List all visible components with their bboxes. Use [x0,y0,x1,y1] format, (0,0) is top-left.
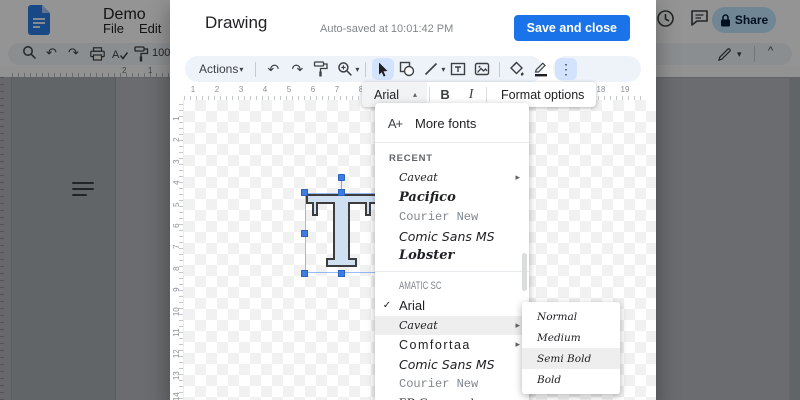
ruler-number: 3 [238,85,244,94]
italic-button[interactable]: I [458,87,484,103]
resize-handle-nw[interactable] [301,189,308,196]
font-menu-item[interactable]: EB Garamond [375,394,529,400]
resize-handle-sw[interactable] [301,270,308,277]
divider [365,61,367,77]
dropup-icon: ▴ [413,90,418,99]
autosave-status: Auto-saved at 10:01:42 PM [320,23,454,35]
dropdown-icon[interactable]: ▾ [355,65,359,74]
divider [499,61,501,77]
insert-image-icon[interactable] [471,58,493,80]
font-menu-item[interactable]: Caveat [375,168,529,188]
more-options-icon[interactable]: ⋮ [555,58,577,80]
current-font: Arial [374,87,400,102]
format-options-button[interactable]: Format options [489,88,596,102]
font-name: Lobster [399,248,455,264]
font-menu-item[interactable]: Comic Sans MS [375,227,529,247]
divider [375,270,529,272]
font-menu: More fonts RECENT Caveat Pacifico [375,103,529,400]
more-fonts-item[interactable]: More fonts [375,109,529,137]
weight-menu-item[interactable]: Semi Bold [522,348,620,369]
weight-menu-item[interactable]: Bold [522,369,620,390]
zoom-tool-icon[interactable] [334,58,356,80]
font-name: Comic Sans MS [399,356,495,372]
divider [429,87,431,102]
ruler-number: 5 [286,85,292,94]
save-and-close-button[interactable]: Save and close [513,15,630,41]
font-menu-item[interactable]: Pacifico [375,188,529,208]
ruler-number: 2 [214,85,220,94]
ruler-number: 4 [262,85,268,94]
ruler-number: 1 [190,85,196,94]
border-color-icon[interactable] [530,58,552,80]
ruler-number: 19 [620,85,630,94]
dropdown-icon[interactable]: ▾ [441,65,445,74]
weight-menu-item[interactable]: Normal [522,306,620,327]
check-icon [375,300,399,311]
font-name: Caveat [399,318,438,332]
undo-icon[interactable]: ↶ [262,58,284,80]
ruler-number: 7 [334,85,340,94]
weight-name: Semi Bold [537,352,592,365]
divider [486,87,488,102]
font-name: Amatic SC [399,280,442,293]
select-tool-icon[interactable] [372,58,395,80]
bold-button[interactable]: B [432,87,458,102]
font-weight-submenu: Normal Medium Semi Bold Bold [522,302,620,394]
ruler-number: 6 [310,85,316,94]
weight-name: Normal [537,310,578,323]
divider [375,142,529,143]
font-name: EB Garamond [399,395,474,400]
font-menu-item[interactable]: Comic Sans MS [375,355,529,375]
font-menu-item[interactable]: Caveat [375,315,529,335]
submenu-arrow-icon [515,172,520,183]
submenu-arrow-icon [515,320,520,331]
font-name: Comfortaa [399,337,471,352]
font-menu-item[interactable]: Lobster [375,246,529,266]
weight-name: Bold [537,373,562,386]
all-fonts-list: Amatic SC Arial Caveat Comfortaa [375,277,529,400]
rotation-handle[interactable] [338,174,345,181]
font-menu-item[interactable]: Courier New [375,374,529,394]
line-tool-icon[interactable] [420,58,442,80]
weight-menu-item[interactable]: Medium [522,327,620,348]
toolbar-overflow: ⋮ [553,56,641,82]
fill-color-icon[interactable] [506,58,528,80]
submenu-arrow-icon [515,339,520,350]
resize-handle-n[interactable] [338,189,345,196]
drawing-toolbar: Actions ▾ ↶ ↷ ▾ ▾ [185,56,596,82]
redo-icon[interactable]: ↷ [286,58,308,80]
paint-format-icon[interactable] [310,58,332,80]
more-fonts-icon [375,116,415,131]
weight-name: Medium [537,331,581,344]
font-menu-item[interactable]: Arial [375,296,529,316]
dialog-title: Drawing [205,13,268,32]
drawing-dialog: Drawing Auto-saved at 10:01:42 PM Save a… [170,0,656,400]
font-name: Courier New [399,209,479,224]
recent-fonts-list: Caveat Pacifico Courier New Comic Sans M… [375,168,529,266]
selection-bounding-box [305,193,378,273]
resize-handle-w[interactable] [301,230,308,237]
font-name: Comic Sans MS [399,228,495,244]
font-menu-item[interactable]: Comfortaa [375,335,529,355]
selected-shape[interactable] [301,174,382,277]
resize-handle-s[interactable] [338,270,345,277]
menu-scrollbar[interactable] [522,253,527,291]
dropdown-icon: ▾ [239,64,244,74]
screen: Demo ☆ FileEditViewInsertFormat [0,0,800,400]
divider [255,61,257,77]
font-menu-item[interactable]: Courier New [375,207,529,227]
font-name: Pacifico [399,189,456,205]
font-name: Caveat [399,171,438,185]
actions-menu-button[interactable]: Actions ▾ [193,62,249,76]
recent-header: RECENT [389,153,433,164]
font-name: Courier New [399,376,479,391]
text-box-tool-icon[interactable] [447,58,469,80]
font-name: Arial [399,298,426,314]
font-menu-item[interactable]: Amatic SC [375,277,529,297]
more-fonts-label: More fonts [415,115,477,131]
shape-tool-icon[interactable] [396,58,418,80]
